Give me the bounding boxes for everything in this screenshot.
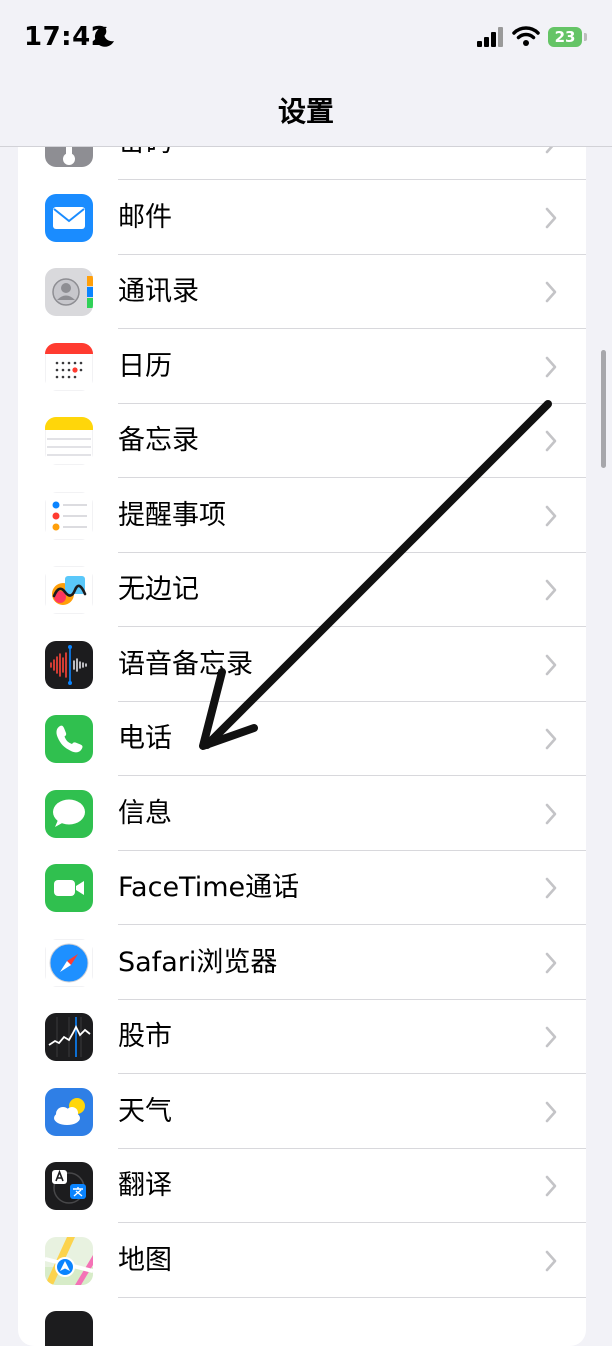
voice-memos-icon: [45, 641, 93, 689]
chevron-right-icon: [545, 803, 557, 825]
settings-row-stocks[interactable]: 股市: [18, 1000, 586, 1074]
battery-level: 23: [554, 28, 576, 46]
chevron-right-icon: [545, 877, 557, 899]
chevron-right-icon: [545, 654, 557, 676]
chevron-right-icon: [545, 207, 557, 229]
app-icon: [45, 1311, 93, 1346]
settings-row-messages[interactable]: 信息: [18, 777, 586, 851]
messages-icon: [45, 790, 93, 838]
row-label: 信息: [118, 798, 172, 829]
maps-icon: [45, 1237, 93, 1285]
row-label: 股市: [118, 1021, 172, 1052]
row-label: 备忘录: [118, 425, 199, 456]
stocks-icon: [45, 1013, 93, 1061]
row-divider: [118, 1073, 586, 1074]
row-label: 邮件: [118, 202, 172, 233]
settings-row-weather[interactable]: 天气: [18, 1075, 586, 1149]
facetime-icon: [45, 864, 93, 912]
chevron-right-icon: [545, 281, 557, 303]
row-label: 电话: [118, 723, 172, 754]
row-label: 地图: [118, 1245, 172, 1276]
settings-row-facetime[interactable]: FaceTime通话: [18, 851, 586, 925]
settings-list: 密码 邮件 通讯录 日历: [18, 106, 586, 1346]
translate-icon: [45, 1162, 93, 1210]
row-label: 翻译: [118, 1170, 172, 1201]
settings-row-calendar[interactable]: 日历: [18, 330, 586, 404]
chevron-right-icon: [545, 430, 557, 452]
row-label: 无边记: [118, 574, 199, 605]
row-divider: [118, 626, 586, 627]
row-label: 天气: [118, 1096, 172, 1127]
chevron-right-icon: [545, 579, 557, 601]
settings-row-reminders[interactable]: 提醒事项: [18, 479, 586, 553]
row-divider: [118, 328, 586, 329]
mail-icon: [45, 194, 93, 242]
scroll-indicator[interactable]: [601, 350, 606, 468]
row-label: Safari浏览器: [118, 947, 278, 978]
chevron-right-icon: [545, 1175, 557, 1197]
row-label: 语音备忘录: [118, 649, 253, 680]
row-label: 提醒事项: [118, 500, 226, 531]
settings-row-voice-memos[interactable]: 语音备忘录: [18, 628, 586, 702]
chevron-right-icon: [545, 1250, 557, 1272]
settings-row-safari[interactable]: Safari浏览器: [18, 926, 586, 1000]
chevron-right-icon: [545, 952, 557, 974]
page-title: 设置: [277, 95, 334, 128]
settings-row-freeform[interactable]: 无边记: [18, 553, 586, 627]
reminders-icon: [45, 492, 93, 540]
settings-row-notes[interactable]: 备忘录: [18, 404, 586, 478]
nav-bar: 设置: [0, 74, 612, 147]
settings-row-phone[interactable]: 电话: [18, 702, 586, 776]
row-divider: [118, 1222, 586, 1223]
wifi-icon: [512, 26, 540, 46]
settings-row-translate[interactable]: 翻译: [18, 1149, 586, 1223]
chevron-right-icon: [545, 728, 557, 750]
cellular-signal-icon: [477, 27, 503, 47]
chevron-right-icon: [545, 1101, 557, 1123]
row-divider: [118, 477, 586, 478]
phone-icon: [45, 715, 93, 763]
settings-row-maps[interactable]: 地图: [18, 1224, 586, 1298]
calendar-icon: [45, 343, 93, 391]
settings-row-mail[interactable]: 邮件: [18, 181, 586, 255]
notes-icon: [45, 417, 93, 465]
row-divider: [118, 179, 586, 180]
row-label: FaceTime通话: [118, 872, 300, 903]
settings-row-next-partial[interactable]: [18, 1298, 586, 1346]
status-bar: 17:42 23: [0, 0, 612, 74]
row-label: 通讯录: [118, 276, 199, 307]
safari-icon: [45, 939, 93, 987]
contacts-icon: [45, 268, 93, 316]
settings-row-contacts[interactable]: 通讯录: [18, 255, 586, 329]
weather-icon: [45, 1088, 93, 1136]
row-label: 日历: [118, 351, 172, 382]
chevron-right-icon: [545, 1026, 557, 1048]
moon-icon: [94, 26, 114, 47]
freeform-icon: [45, 566, 93, 614]
row-divider: [118, 775, 586, 776]
chevron-right-icon: [545, 356, 557, 378]
battery-icon: 23: [548, 27, 588, 49]
chevron-right-icon: [545, 505, 557, 527]
row-divider: [118, 924, 586, 925]
